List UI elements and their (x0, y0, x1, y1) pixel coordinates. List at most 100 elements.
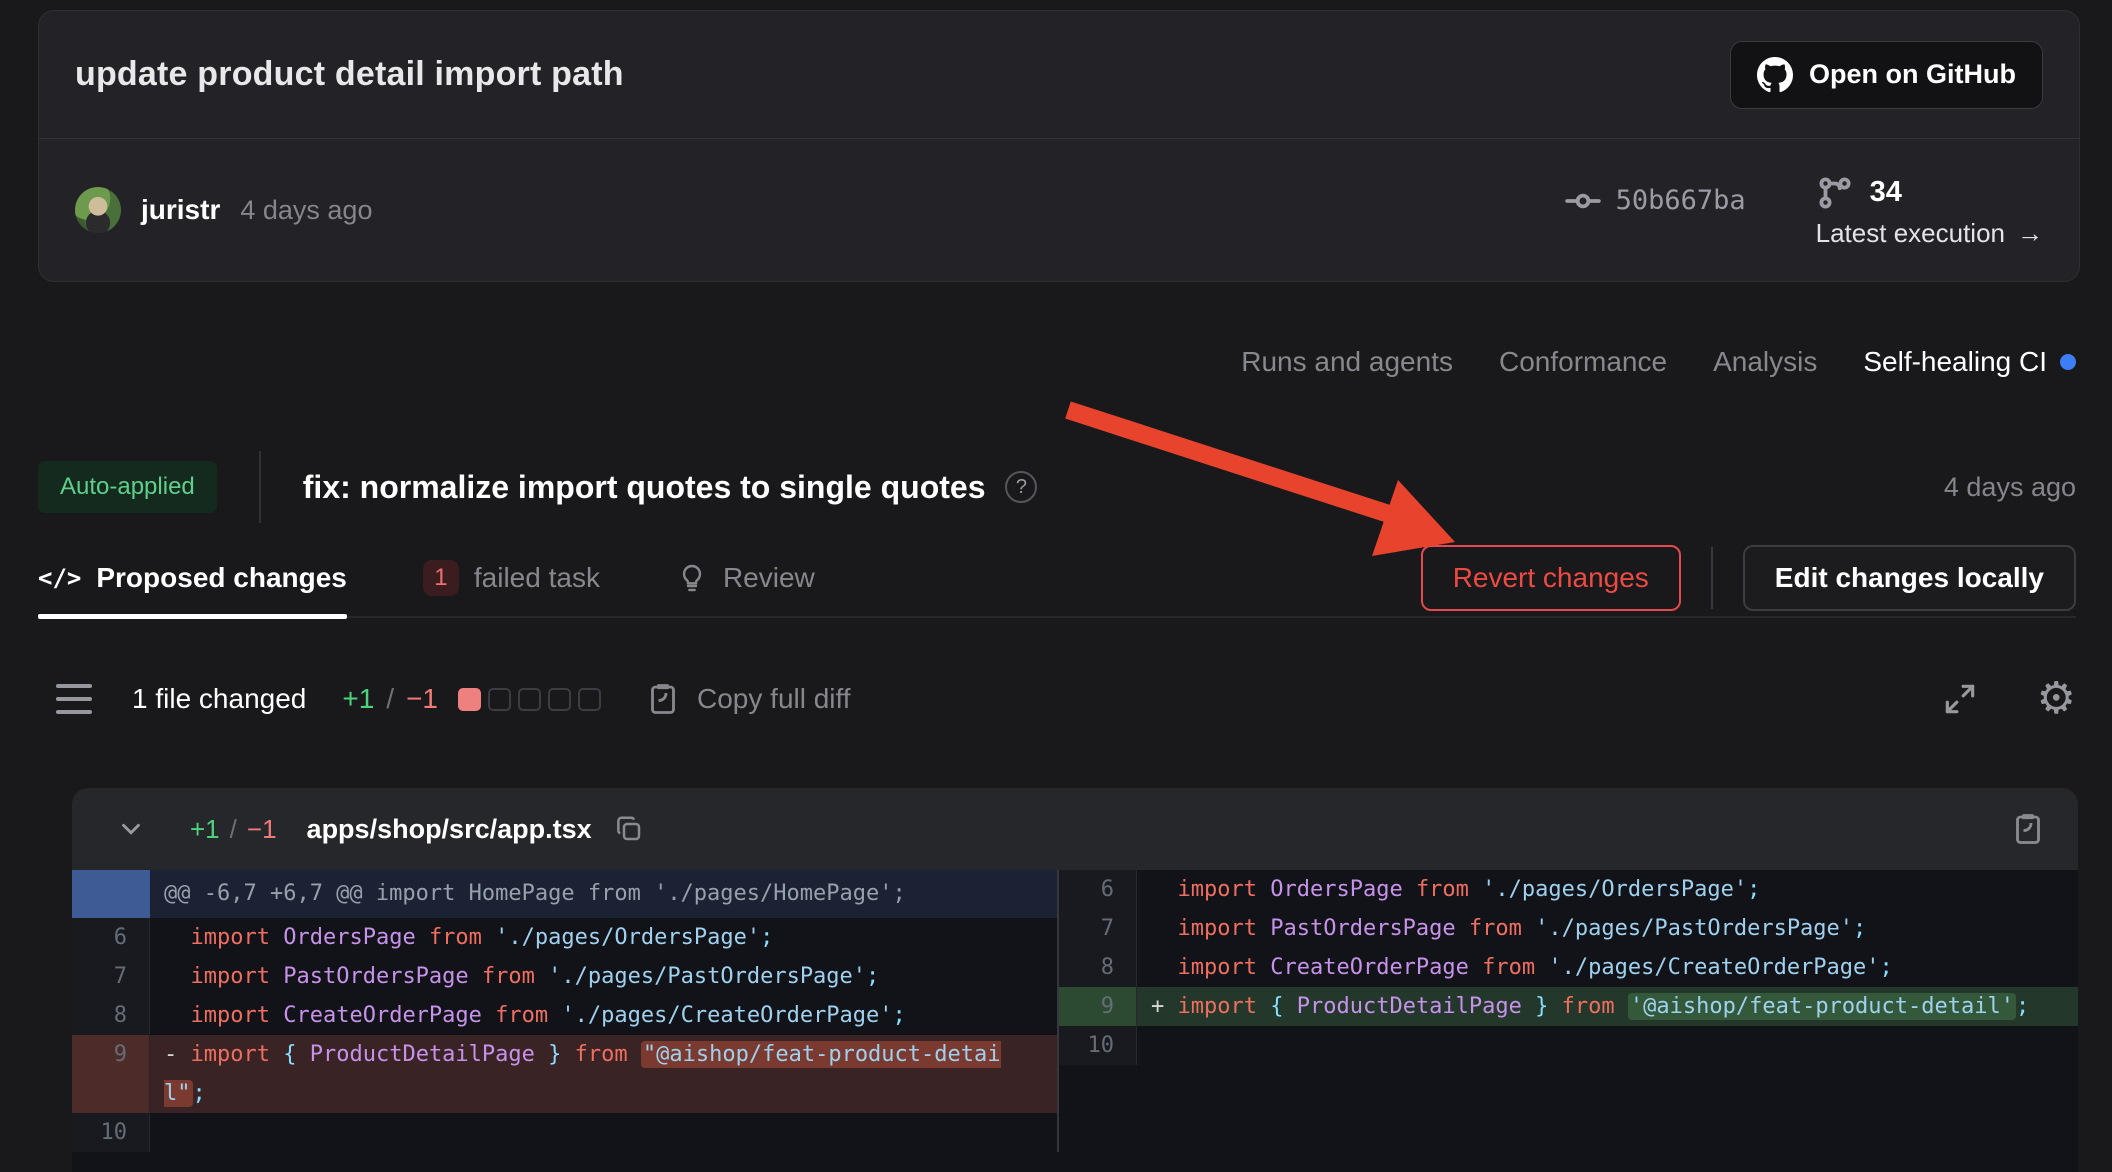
nav-tab-runs-and-agents[interactable]: Runs and agents (1241, 346, 1453, 378)
file-additions: +1 (190, 814, 220, 845)
diff-line: 10 (1059, 1026, 2078, 1065)
run-number: 34 (1870, 176, 1902, 209)
diff-blocks-indicator (458, 688, 601, 711)
additions-count: +1 (342, 683, 374, 715)
slash-separator: / (386, 683, 394, 715)
line-number: 8 (72, 996, 150, 1035)
help-icon[interactable]: ? (1005, 471, 1037, 503)
line-number: 8 (1059, 948, 1137, 987)
diff-block (458, 688, 481, 711)
line-number: 10 (1059, 1026, 1137, 1065)
edit-changes-locally-button[interactable]: Edit changes locally (1743, 545, 2076, 611)
diff-block (488, 688, 511, 711)
commit-card: update product detail import path Open o… (38, 10, 2080, 282)
code-text: import OrdersPage from './pages/OrdersPa… (150, 918, 1057, 957)
page-title: update product detail import path (75, 55, 624, 94)
failed-count-badge: 1 (423, 560, 459, 596)
diff-block (548, 688, 571, 711)
line-number (72, 870, 150, 918)
status-dot-icon (2060, 354, 2076, 370)
file-deletions: −1 (247, 814, 277, 845)
fix-tabs-row: </> Proposed changes 1 failed task Revie… (38, 540, 2076, 618)
tab-proposed-changes[interactable]: </> Proposed changes (38, 540, 347, 616)
workflow-icon (1816, 174, 1854, 212)
code-text: import PastOrdersPage from './pages/Past… (150, 957, 1057, 996)
diff-line: 8 import CreateOrderPage from './pages/C… (72, 996, 1057, 1035)
code-text: - import { ProductDetailPage } from "@ai… (150, 1035, 1057, 1113)
tab-failed-label: failed task (474, 562, 600, 594)
file-list-menu-icon[interactable] (56, 684, 92, 714)
diff-line: 7 import PastOrdersPage from './pages/Pa… (72, 957, 1057, 996)
nav-tab-label: Self-healing CI (1863, 346, 2047, 378)
commit-sha-group[interactable]: 50b667ba (1564, 182, 1746, 220)
divider (1711, 547, 1713, 609)
nav-tab-analysis[interactable]: Analysis (1713, 346, 1817, 378)
line-number: 9 (72, 1035, 150, 1113)
git-commit-icon (1564, 182, 1602, 220)
line-number: 9 (1059, 987, 1137, 1026)
diff-line: 6 import OrdersPage from './pages/Orders… (72, 918, 1057, 957)
code-text: import CreateOrderPage from './pages/Cre… (1137, 948, 2078, 987)
line-number: 6 (72, 918, 150, 957)
gear-icon[interactable]: ⚙ (2037, 677, 2076, 721)
divider (259, 451, 261, 523)
nav-tab-conformance[interactable]: Conformance (1499, 346, 1667, 378)
diff-pane-old: @@ -6,7 +6,7 @@ import HomePage from './… (72, 870, 1057, 1152)
copy-full-diff-button[interactable]: Copy full diff (645, 681, 851, 717)
line-number: 7 (72, 957, 150, 996)
expand-icon[interactable] (1941, 680, 1979, 718)
diff-line: 10 (72, 1113, 1057, 1152)
line-number: 10 (72, 1113, 150, 1152)
tab-review-label: Review (723, 562, 815, 594)
tab-review[interactable]: Review (676, 540, 815, 616)
diff-summary-row: 1 file changed +1 / −1 Copy full diff ⚙ (38, 662, 2076, 736)
nav-tab-label: Analysis (1713, 346, 1817, 378)
commit-sha: 50b667ba (1616, 185, 1746, 216)
code-text: @@ -6,7 +6,7 @@ import HomePage from './… (150, 870, 1057, 918)
diff-code-area: @@ -6,7 +6,7 @@ import HomePage from './… (72, 870, 2078, 1152)
files-changed-label: 1 file changed (132, 683, 306, 715)
slash-separator: / (230, 814, 237, 845)
lightbulb-icon (676, 562, 708, 594)
line-number: 6 (1059, 870, 1137, 909)
hunk-header-row: @@ -6,7 +6,7 @@ import HomePage from './… (72, 870, 1057, 918)
copy-file-diff-icon[interactable] (2010, 811, 2046, 847)
fix-timestamp: 4 days ago (1944, 472, 2076, 503)
diff-line: 9- import { ProductDetailPage } from "@a… (72, 1035, 1057, 1113)
code-text: + import { ProductDetailPage } from '@ai… (1137, 987, 2078, 1026)
code-text: import PastOrdersPage from './pages/Past… (1137, 909, 2078, 948)
nav-tab-self-healing-ci[interactable]: Self-healing CI (1863, 346, 2076, 378)
line-number: 7 (1059, 909, 1137, 948)
file-path: apps/shop/src/app.tsx (307, 814, 592, 845)
code-text: import CreateOrderPage from './pages/Cre… (150, 996, 1057, 1035)
tab-failed-task[interactable]: 1 failed task (423, 540, 600, 616)
diff-line: 9+ import { ProductDetailPage } from '@a… (1059, 987, 2078, 1026)
arrow-right-icon: → (2017, 218, 2043, 249)
diff-file-panel: +1 / −1 apps/shop/src/app.tsx @@ -6,7 +6… (72, 788, 2078, 1172)
code-text (1137, 1026, 2078, 1065)
fix-header: Auto-applied fix: normalize import quote… (38, 450, 2076, 524)
code-icon: </> (38, 564, 81, 592)
diff-block (518, 688, 541, 711)
auto-applied-badge: Auto-applied (38, 461, 217, 513)
diff-file-header: +1 / −1 apps/shop/src/app.tsx (72, 788, 2078, 870)
diff-line: 7 import PastOrdersPage from './pages/Pa… (1059, 909, 2078, 948)
section-nav: Runs and agents Conformance Analysis Self-h… (38, 346, 2076, 378)
diff-pane-new: 6 import OrdersPage from './pages/Orders… (1059, 870, 2078, 1152)
tab-proposed-label: Proposed changes (96, 562, 347, 594)
chevron-down-icon[interactable] (116, 814, 146, 844)
latest-execution-link[interactable]: Latest execution → (1816, 218, 2043, 249)
code-text (150, 1113, 1057, 1152)
clipboard-icon (645, 681, 681, 717)
author-name: juristr (141, 194, 220, 226)
diff-line: 8 import CreateOrderPage from './pages/C… (1059, 948, 2078, 987)
active-tab-underline (38, 614, 347, 619)
commit-timestamp: 4 days ago (240, 195, 372, 226)
open-on-github-button[interactable]: Open on GitHub (1730, 41, 2043, 109)
fix-title: fix: normalize import quotes to single q… (303, 469, 986, 506)
revert-changes-button[interactable]: Revert changes (1421, 545, 1681, 611)
github-icon (1757, 57, 1793, 93)
code-text: import OrdersPage from './pages/OrdersPa… (1137, 870, 2078, 909)
diff-line: 6 import OrdersPage from './pages/Orders… (1059, 870, 2078, 909)
copy-path-icon[interactable] (614, 814, 644, 844)
